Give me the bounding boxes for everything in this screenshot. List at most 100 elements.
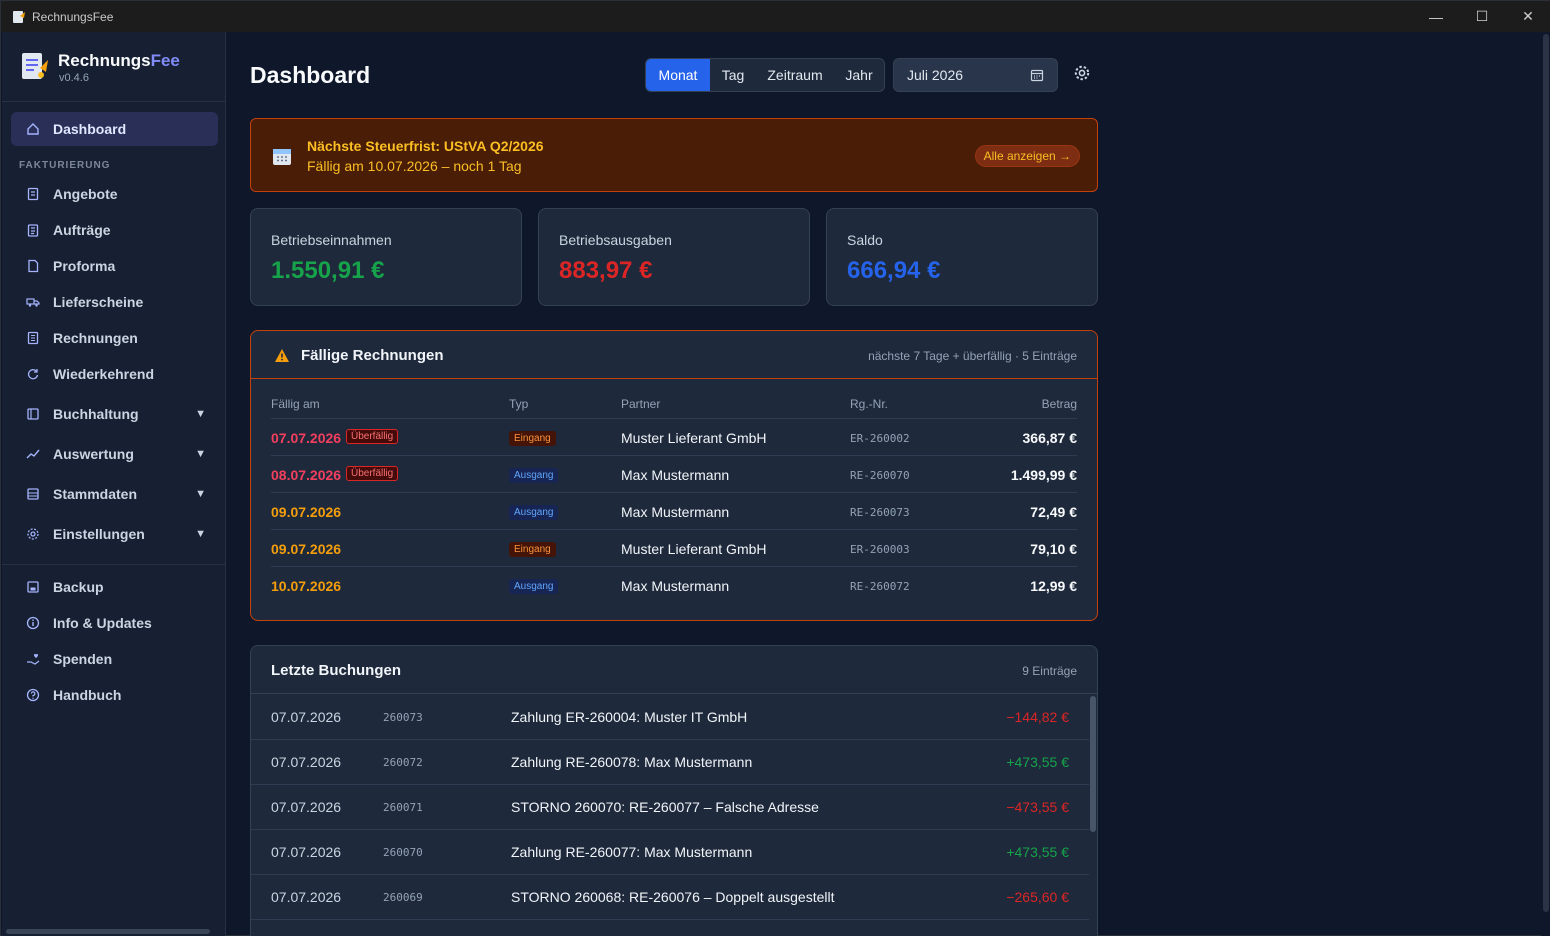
app-version: v0.4.6	[59, 72, 89, 84]
show-all-deadlines-button[interactable]: Alle anzeigen →	[974, 145, 1080, 167]
table-row[interactable]: 09.07.2026 Ausgang Max Mustermann RE-260…	[271, 492, 1077, 529]
settings-gear-icon[interactable]	[1073, 64, 1091, 82]
kpi-expense-card: Betriebsausgaben 883,97 €	[538, 208, 810, 306]
sidebar-item-label: Proforma	[53, 258, 116, 274]
list-item[interactable]: 07.07.2026 260069 STORNO 260068: RE-2600…	[251, 875, 1089, 920]
partner-name: Max Mustermann	[621, 467, 730, 483]
warning-icon	[275, 349, 289, 362]
sidebar-group-einstellungen[interactable]: Einstellungen ▼	[11, 517, 218, 551]
booking-date: 07.07.2026	[271, 754, 342, 770]
recent-bookings-title: Letzte Buchungen	[271, 662, 401, 679]
sidebar-item-spenden[interactable]: Spenden	[11, 642, 218, 676]
due-date: 09.07.2026	[271, 504, 342, 520]
type-badge: Ausgang	[509, 579, 559, 594]
overdue-badge: Überfällig	[346, 466, 399, 481]
database-icon	[25, 486, 41, 502]
column-header-amount[interactable]: Betrag	[1042, 397, 1077, 411]
sidebar-item-label: Handbuch	[53, 687, 122, 703]
period-tab-tag[interactable]: Tag	[710, 59, 756, 91]
sidebar-item-angebote[interactable]: Angebote	[11, 177, 218, 211]
home-icon	[25, 121, 41, 137]
column-header-date[interactable]: Fällig am	[271, 397, 320, 411]
sidebar-item-wiederkehrend[interactable]: Wiederkehrend	[11, 357, 218, 391]
booking-date: 07.07.2026	[271, 889, 342, 905]
sidebar-item-info-updates[interactable]: Info & Updates	[11, 606, 218, 640]
type-badge: Ausgang	[509, 468, 559, 483]
sidebar-item-label: Buchhaltung	[53, 406, 139, 422]
invoice-amount: 1.499,99 €	[1010, 467, 1077, 483]
sidebar-group-stammdaten[interactable]: Stammdaten ▼	[11, 477, 218, 511]
month-picker[interactable]: Juli 2026	[893, 58, 1058, 92]
main-content: Dashboard Monat Tag Zeitraum Jahr Juli 2…	[227, 32, 1550, 936]
info-icon	[25, 615, 41, 631]
sidebar-item-label: Einstellungen	[53, 526, 145, 542]
table-row[interactable]: 07.07.2026 Überfällig Eingang Muster Lie…	[271, 418, 1077, 455]
app-window: RechnungsFee — ☐ ✕ RechnungsFee v0.4.6 D…	[0, 0, 1550, 936]
calendar-icon	[273, 149, 291, 165]
sidebar-item-rechnungen[interactable]: Rechnungen	[11, 321, 218, 355]
bookings-scrollbar[interactable]	[1090, 696, 1096, 832]
kpi-expense-value: 883,97 €	[559, 257, 653, 284]
booking-amount: −144,82 €	[1006, 709, 1069, 725]
document-icon	[25, 186, 41, 202]
booking-text: STORNO 260070: RE-260077 – Falsche Adres…	[511, 799, 819, 815]
booking-amount: +473,55 €	[1006, 844, 1069, 860]
alert-title: Nächste Steuerfrist: UStVA Q2/2026	[307, 138, 544, 154]
period-tab-jahr[interactable]: Jahr	[834, 59, 884, 91]
sidebar-horizontal-scrollbar[interactable]	[6, 929, 210, 934]
invoice-amount: 12,99 €	[1030, 578, 1077, 594]
main-scrollbar-thumb[interactable]	[1543, 34, 1549, 912]
invoice-number: RE-260070	[850, 469, 910, 482]
sidebar-item-label: Auswertung	[53, 446, 134, 462]
column-header-type[interactable]: Typ	[509, 397, 528, 411]
sidebar-group-auswertung[interactable]: Auswertung ▼	[11, 437, 218, 471]
list-item[interactable]: 07.07.2026 260070 Zahlung RE-260077: Max…	[251, 830, 1089, 875]
period-tab-zeitraum[interactable]: Zeitraum	[756, 59, 834, 91]
truck-icon	[25, 294, 41, 310]
list-item[interactable]: 07.07.2026 260073 Zahlung ER-260004: Mus…	[251, 695, 1089, 740]
sidebar-divider	[2, 564, 226, 565]
caret-down-icon: ▼	[195, 408, 206, 420]
sidebar-item-label: Aufträge	[53, 222, 111, 238]
overdue-badge: Überfällig	[346, 429, 399, 444]
sidebar-item-dashboard[interactable]: Dashboard	[11, 112, 218, 146]
refresh-icon	[25, 366, 41, 382]
invoice-amount: 79,10 €	[1030, 541, 1077, 557]
kpi-expense-label: Betriebsausgaben	[559, 232, 672, 248]
sidebar-item-auftraege[interactable]: Aufträge	[11, 213, 218, 247]
column-header-partner[interactable]: Partner	[621, 397, 660, 411]
minimize-button[interactable]: —	[1413, 1, 1459, 32]
booking-amount: −473,55 €	[1006, 799, 1069, 815]
type-badge: Eingang	[509, 542, 556, 557]
partner-name: Max Mustermann	[621, 578, 730, 594]
sidebar-item-proforma[interactable]: Proforma	[11, 249, 218, 283]
logo-icon	[22, 53, 48, 79]
period-selector: Monat Tag Zeitraum Jahr	[645, 58, 885, 92]
booking-number: 260072	[383, 756, 423, 769]
maximize-button[interactable]: ☐	[1459, 1, 1505, 32]
booking-date: 07.07.2026	[271, 799, 342, 815]
kpi-balance-label: Saldo	[847, 232, 883, 248]
table-row[interactable]: 08.07.2026 Überfällig Ausgang Max Muster…	[271, 455, 1077, 492]
table-row[interactable]: 09.07.2026 Eingang Muster Lieferant GmbH…	[271, 529, 1077, 566]
booking-text: Zahlung ER-260004: Muster IT GmbH	[511, 709, 748, 725]
list-item[interactable]: 07.07.2026 260071 STORNO 260070: RE-2600…	[251, 785, 1089, 830]
sidebar-group-buchhaltung[interactable]: Buchhaltung ▼	[11, 397, 218, 431]
section-label-fakturierung: FAKTURIERUNG	[19, 160, 111, 171]
sidebar-item-label: Stammdaten	[53, 486, 138, 502]
calendar-icon	[1030, 69, 1044, 82]
sidebar-item-lieferscheine[interactable]: Lieferscheine	[11, 285, 218, 319]
sidebar-item-label: Rechnungen	[53, 330, 138, 346]
main-scrollbar[interactable]	[1541, 32, 1550, 936]
table-row[interactable]: 10.07.2026 Ausgang Max Mustermann RE-260…	[271, 566, 1077, 603]
caret-down-icon: ▼	[195, 528, 206, 540]
column-header-number[interactable]: Rg.-Nr.	[850, 397, 888, 411]
sidebar-item-backup[interactable]: Backup	[11, 570, 218, 604]
period-tab-monat[interactable]: Monat	[646, 59, 710, 91]
list-item[interactable]: 07.07.2026 260072 Zahlung RE-260078: Max…	[251, 740, 1089, 785]
alert-subtitle: Fällig am 10.07.2026 – noch 1 Tag	[307, 158, 522, 174]
donate-icon	[25, 651, 41, 667]
close-button[interactable]: ✕	[1505, 1, 1550, 32]
sidebar-item-handbuch[interactable]: Handbuch	[11, 678, 218, 712]
sidebar-divider	[2, 101, 226, 102]
